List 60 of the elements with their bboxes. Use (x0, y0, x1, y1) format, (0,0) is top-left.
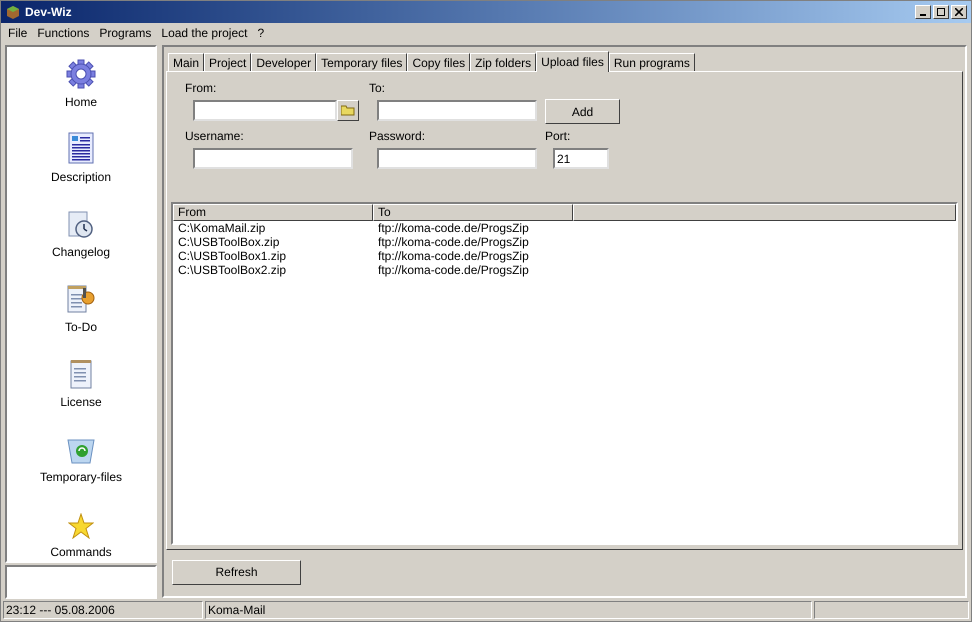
minimize-button[interactable] (915, 5, 931, 19)
username-label: Username: (185, 128, 245, 145)
refresh-button[interactable]: Refresh (172, 560, 301, 584)
table-cell-text: ftp://koma-code.de/ProgsZip (377, 249, 530, 263)
star-icon (68, 513, 94, 539)
password-label: Password: (369, 128, 426, 145)
tab[interactable]: Project (204, 53, 252, 71)
browse-button[interactable] (337, 100, 359, 121)
tab[interactable]: Main (168, 53, 204, 71)
sidebar-item[interactable]: Changelog (52, 243, 110, 261)
tab[interactable]: Temporary files (316, 53, 408, 71)
gear-icon (66, 59, 96, 89)
clock-document-icon (68, 211, 94, 239)
to-field[interactable] (377, 100, 537, 121)
folder-icon (341, 105, 355, 116)
sidebar-item[interactable]: Description (50, 168, 112, 186)
table-cell-text: ftp://koma-code.de/ProgsZip (377, 235, 530, 249)
add-button[interactable]: Add (545, 99, 620, 124)
sidebar-item[interactable]: License (60, 393, 102, 411)
password-field[interactable] (377, 148, 537, 169)
tab[interactable]: Upload files (536, 51, 609, 72)
close-button[interactable] (951, 5, 967, 19)
maximize-icon (937, 8, 945, 16)
status-time: 23:12 --- 05.08.2006 (3, 601, 203, 619)
close-icon (955, 8, 963, 16)
window-title: Dev-Wiz (25, 4, 72, 21)
tab[interactable]: Zip folders (470, 53, 536, 71)
username-field[interactable] (193, 148, 353, 169)
from-field[interactable] (193, 100, 337, 121)
column-header[interactable]: To (373, 204, 573, 221)
notepad-icon (70, 359, 92, 389)
tab[interactable]: Copy files (407, 53, 470, 71)
column-header[interactable] (573, 204, 956, 221)
app-icon (5, 4, 21, 20)
sidebar-item[interactable]: Home (64, 93, 97, 111)
menu-item[interactable]: Functions (32, 24, 94, 42)
table-cell-text: C:\USBToolBox1.zip (177, 249, 288, 263)
table-cell-text: C:\USBToolBox.zip (177, 235, 280, 249)
to-label: To: (369, 80, 386, 97)
tab[interactable]: Run programs (608, 53, 695, 71)
table-cell-text: C:\KomaMail.zip (177, 221, 266, 235)
tab[interactable]: Developer (251, 53, 316, 71)
maximize-button[interactable] (933, 5, 949, 19)
sidebar-item[interactable]: To-Do (64, 318, 97, 336)
from-label: From: (185, 80, 218, 97)
menu-item[interactable]: Programs (94, 24, 156, 42)
table-cell-text: C:\USBToolBox2.zip (177, 263, 288, 277)
column-header[interactable]: From (173, 204, 373, 221)
port-label: Port: (545, 128, 572, 145)
sidebar-item[interactable]: Temporary-files (40, 468, 122, 486)
notepad-gear-icon (66, 284, 96, 314)
table-cell-text: ftp://koma-code.de/ProgsZip (377, 221, 530, 235)
document-icon (68, 132, 94, 164)
menu-item[interactable]: File (3, 24, 32, 42)
status-project: Koma-Mail (205, 601, 812, 619)
sidebar-item[interactable]: Commands (50, 543, 112, 561)
port-field[interactable]: 21 (553, 148, 609, 169)
table-cell-text: ftp://koma-code.de/ProgsZip (377, 263, 530, 277)
menu-item[interactable]: Load the project (156, 24, 252, 42)
menu-item[interactable]: ? (252, 24, 270, 42)
